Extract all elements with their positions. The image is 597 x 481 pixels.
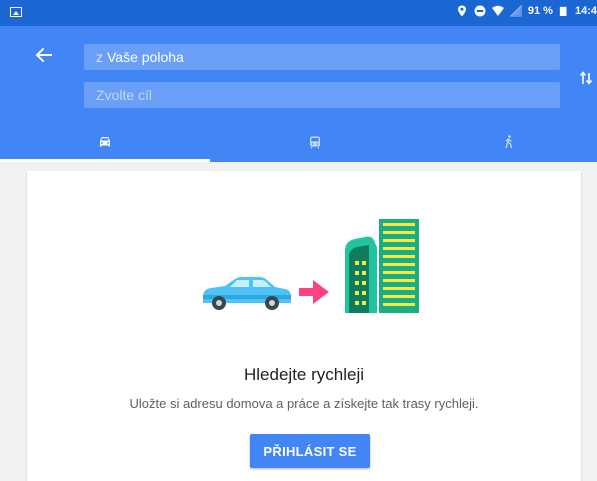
car-to-building-illustration: [203, 219, 419, 313]
location-icon: [457, 5, 466, 17]
wifi-icon: [491, 5, 504, 16]
car-icon: [100, 137, 110, 147]
status-icons: 91 % 14:4: [456, 5, 597, 17]
building-illustration: [345, 219, 419, 313]
do-not-disturb-icon: [474, 5, 486, 17]
origin-prefix: z: [96, 49, 103, 65]
walk-icon: [504, 135, 512, 149]
destination-placeholder: Zvolte cíl: [96, 87, 153, 103]
promo-subtitle: Uložte si adresu domova a práce a získej…: [129, 396, 479, 411]
tab-driving[interactable]: [0, 122, 210, 162]
origin-value: Vaše poloha: [107, 49, 184, 65]
train-icon: [310, 136, 320, 149]
battery-icon: [559, 6, 567, 16]
no-sim-icon: [509, 5, 522, 17]
sign-in-button[interactable]: PŘIHLÁSIT SE: [250, 434, 370, 468]
gallery-icon: [10, 7, 22, 17]
battery-percent: 91 %: [527, 5, 553, 17]
origin-field[interactable]: z Vaše poloha: [84, 44, 560, 70]
promo-title: Hledejte rychleji: [244, 365, 364, 384]
tab-walking[interactable]: [420, 122, 597, 162]
tab-transit[interactable]: [210, 122, 420, 162]
swap-icon[interactable]: [579, 70, 593, 86]
back-arrow-icon[interactable]: [34, 45, 54, 65]
car-illustration: [203, 277, 291, 310]
travel-mode-tabs: [0, 122, 597, 162]
status-bar: 91 % 14:4: [0, 0, 597, 26]
directions-header: z Vaše poloha Zvolte cíl: [0, 26, 597, 162]
selected-tab-indicator: [0, 159, 210, 162]
arrow-illustration: [299, 280, 329, 304]
destination-field[interactable]: Zvolte cíl: [84, 82, 560, 108]
sign-in-promo-card: Hledejte rychleji Uložte si adresu domov…: [27, 171, 581, 481]
clock: 14:4: [574, 5, 597, 17]
